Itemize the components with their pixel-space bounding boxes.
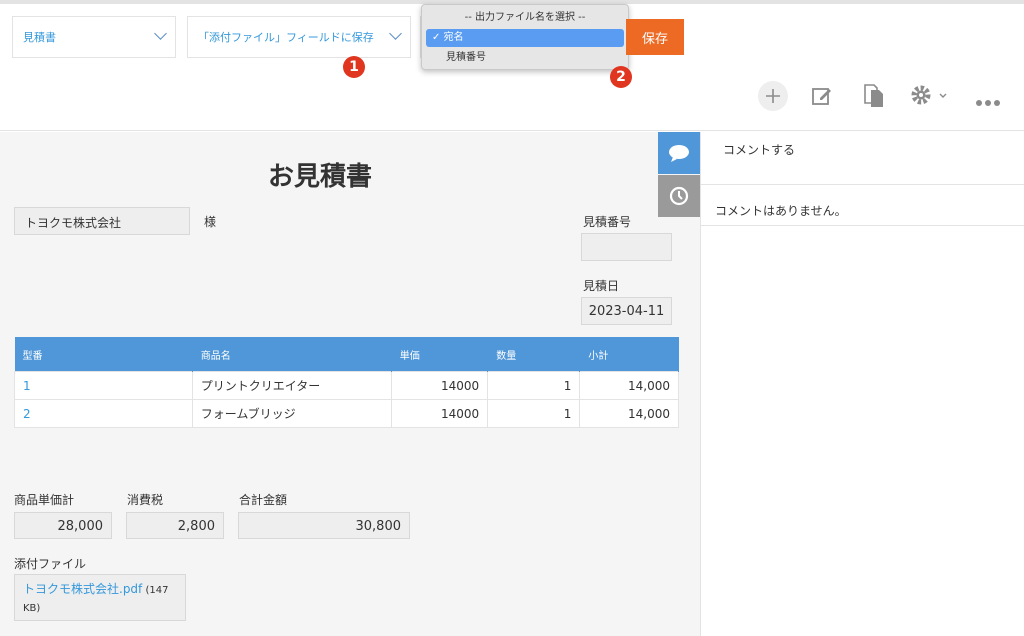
template-select[interactable]: 見積書 [12,16,176,58]
check-icon: ✓ [432,32,441,43]
estimate-number-field [581,233,672,261]
subtotal-field: 28,000 [14,512,112,539]
column-header: 商品名 [192,337,392,372]
column-header: 単価 [391,337,489,372]
recipient-field: トヨクモ株式会社 [14,207,190,235]
product-name-cell: フォームブリッジ [191,399,392,428]
tax-field: 2,800 [126,512,224,539]
attachment-label: 添付ファイル [14,557,87,571]
estimate-date-label: 見積日 [583,279,620,293]
plus-icon[interactable] [758,81,788,111]
comment-input-placeholder: コメントする [723,143,796,157]
history-tab[interactable] [658,175,700,217]
edit-icon[interactable] [810,84,834,108]
save-button[interactable]: 保存 [626,19,684,55]
option-label: 宛名 [443,32,464,43]
attachment-field: トヨクモ株式会社.pdf (147 KB) [14,574,186,621]
estimate-number-label: 見積番号 [583,215,632,229]
more-icon[interactable] [975,92,1001,106]
model-number-link[interactable]: 2 [14,399,193,428]
subtotal-cell: 14,000 [579,371,679,400]
annotation-badge-2: 2 [610,66,632,88]
filename-dropdown-menu: -- 出力ファイル名を選択 -- ✓ 宛名 見積番号 [421,4,629,70]
column-header: 小計 [579,337,679,372]
estimate-date-field: 2023-04-11 [581,297,672,325]
attachment-file-link[interactable]: トヨクモ株式会社.pdf [23,582,142,596]
gear-icon[interactable] [909,83,949,109]
save-destination-value: 「添付ファイル」フィールドに保存 [198,31,374,44]
table-header-row: 型番 商品名 単価 数量 小計 [14,337,679,372]
attachment-size-unit: KB) [23,603,41,614]
product-name-cell: プリントクリエイター [191,371,392,400]
dropdown-header: -- 出力ファイル名を選択 -- [464,12,586,23]
attachment-size: (147 [142,585,169,596]
column-header: 型番 [14,337,193,372]
honorific-label: 様 [204,215,217,229]
speech-bubble-icon [669,145,689,162]
total-label: 合計金額 [239,493,288,507]
page-title: お見積書 [267,162,372,192]
unit-price-cell: 14000 [390,399,489,428]
comment-list: コメントはありません。 [701,185,1024,226]
dropdown-option-recipient[interactable]: ✓ 宛名 [426,29,624,47]
table-row: 1 プリントクリエイター 14000 1 14,000 [14,371,679,400]
subtotal-label: 商品単価計 [14,493,75,507]
column-header: 数量 [487,337,581,372]
quantity-cell: 1 [487,399,581,428]
save-destination-select[interactable]: 「添付ファイル」フィールドに保存 [187,16,411,58]
quantity-cell: 1 [487,371,581,400]
subtotal-cell: 14,000 [579,399,679,428]
duplicate-icon[interactable] [862,83,886,109]
option-label: 見積番号 [446,52,486,63]
history-icon [669,186,689,206]
no-comments-text: コメントはありません。 [715,204,847,218]
chevron-down-icon [389,27,402,40]
dropdown-option-estimate-number[interactable]: 見積番号 [426,49,624,67]
annotation-badge-1: 1 [343,56,365,78]
total-field: 30,800 [238,512,410,539]
template-select-value: 見積書 [23,31,56,44]
unit-price-cell: 14000 [390,371,489,400]
table-row: 2 フォームブリッジ 14000 1 14,000 [14,399,679,428]
model-number-link[interactable]: 1 [14,371,193,400]
comment-input[interactable]: コメントする [701,132,1024,185]
tax-label: 消費税 [127,493,164,507]
chevron-down-icon [154,27,167,40]
comment-tab[interactable] [658,132,700,174]
items-table: 型番 商品名 単価 数量 小計 1 プリントクリエイター 14000 1 14,… [14,337,679,428]
